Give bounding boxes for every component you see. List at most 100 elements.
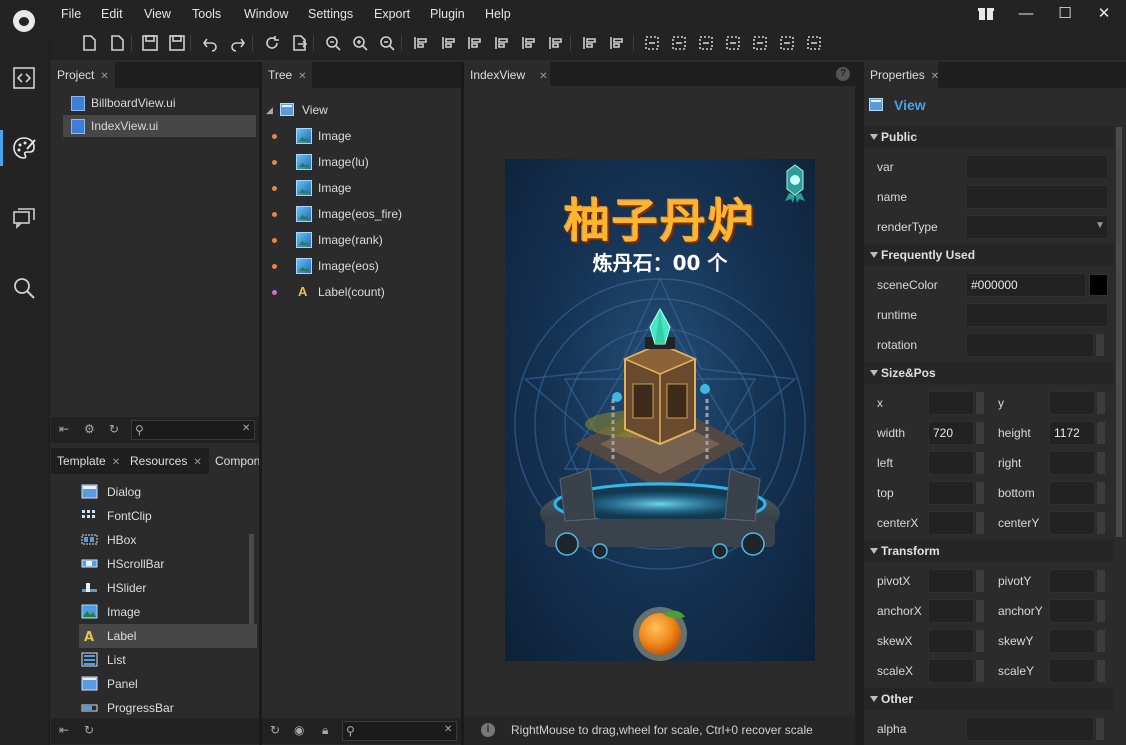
- collapse-icon[interactable]: ⇤: [59, 422, 69, 436]
- tree-node[interactable]: Image(eos_fire): [268, 203, 458, 225]
- prop-input-anchorX[interactable]: [928, 599, 974, 623]
- maximize-button[interactable]: ☐: [1055, 4, 1075, 24]
- menu-window[interactable]: Window: [244, 7, 288, 21]
- help-icon[interactable]: ?: [836, 67, 850, 81]
- refresh-icon[interactable]: ↻: [270, 723, 280, 737]
- value-stepper[interactable]: [1096, 334, 1104, 356]
- zoom-out-icon[interactable]: [324, 34, 342, 52]
- size-icon-1[interactable]: [643, 34, 661, 52]
- value-stepper[interactable]: [976, 512, 984, 534]
- value-stepper[interactable]: [1097, 660, 1105, 682]
- prop-input-anchorY[interactable]: [1049, 599, 1095, 623]
- menu-settings[interactable]: Settings: [308, 7, 353, 21]
- menu-help[interactable]: Help: [485, 7, 511, 21]
- tree-search-input[interactable]: ⚲ ✕: [342, 721, 457, 741]
- gift-icon[interactable]: [976, 4, 996, 24]
- size-icon-6[interactable]: [778, 34, 796, 52]
- prop-input-pivotX[interactable]: [928, 569, 974, 593]
- section-frequent[interactable]: Frequently Used: [864, 244, 1114, 266]
- tab-properties[interactable]: Properties ✕: [864, 62, 939, 88]
- eye-icon[interactable]: ◉: [294, 723, 304, 737]
- menu-plugin[interactable]: Plugin: [430, 7, 465, 21]
- chat-icon[interactable]: [11, 205, 37, 231]
- prop-input-left[interactable]: [928, 451, 974, 475]
- export-icon[interactable]: [290, 34, 308, 52]
- search-icon[interactable]: [11, 275, 37, 301]
- save-all-icon[interactable]: [168, 34, 186, 52]
- component-item[interactable]: HSlider: [79, 576, 257, 600]
- align-middle-icon[interactable]: [520, 34, 538, 52]
- prop-input-height[interactable]: 1172: [1049, 421, 1095, 445]
- prop-input-pivotY[interactable]: [1049, 569, 1095, 593]
- value-stepper[interactable]: [1097, 482, 1105, 504]
- prop-input-var[interactable]: [966, 155, 1108, 179]
- prop-input-right[interactable]: [1049, 451, 1095, 475]
- dropdown-arrow-icon[interactable]: ▼: [1095, 220, 1105, 231]
- align-left-icon[interactable]: [412, 34, 430, 52]
- prop-input-bottom[interactable]: [1049, 481, 1095, 505]
- refresh-icon[interactable]: ↻: [84, 723, 94, 737]
- size-icon-5[interactable]: [751, 34, 769, 52]
- properties-scrollbar[interactable]: [1116, 127, 1122, 537]
- size-icon-2[interactable]: [670, 34, 688, 52]
- lock-icon[interactable]: 🔒︎: [322, 723, 328, 738]
- game-preview[interactable]: 柚子丹炉 炼丹石：00 个: [505, 159, 815, 661]
- tree-root[interactable]: ◢ View: [266, 99, 458, 121]
- align-center-icon[interactable]: [440, 34, 458, 52]
- clear-icon[interactable]: ✕: [444, 724, 452, 735]
- component-item[interactable]: HScrollBar: [79, 552, 257, 576]
- collapse-icon[interactable]: ⇤: [59, 723, 69, 737]
- prop-input-skewY[interactable]: [1049, 629, 1095, 653]
- tree-node[interactable]: Image: [268, 177, 458, 199]
- distribute-v-icon[interactable]: [608, 34, 626, 52]
- value-stepper[interactable]: [976, 630, 984, 652]
- value-stepper[interactable]: [1097, 452, 1105, 474]
- prop-input-rotation[interactable]: [966, 333, 1094, 357]
- align-top-icon[interactable]: [493, 34, 511, 52]
- code-icon[interactable]: [11, 65, 37, 91]
- menu-view[interactable]: View: [144, 7, 171, 21]
- section-size[interactable]: Size&Pos: [864, 362, 1114, 384]
- undo-icon[interactable]: [201, 34, 219, 52]
- new-file-icon[interactable]: [80, 34, 98, 52]
- value-stepper[interactable]: [976, 600, 984, 622]
- tree-node[interactable]: Image(eos): [268, 255, 458, 277]
- minimize-button[interactable]: —: [1016, 4, 1036, 24]
- new-page-icon[interactable]: [108, 34, 126, 52]
- component-item[interactable]: HBox: [79, 528, 257, 552]
- value-stepper[interactable]: [976, 660, 984, 682]
- save-icon[interactable]: [141, 34, 159, 52]
- component-item[interactable]: Panel: [79, 672, 257, 696]
- zoom-reset-icon[interactable]: [378, 34, 396, 52]
- tab-project[interactable]: Project ✕: [51, 62, 115, 88]
- component-item[interactable]: ProgressBar: [79, 696, 257, 720]
- prop-input-x[interactable]: [928, 391, 974, 415]
- refresh-icon[interactable]: [263, 34, 281, 52]
- align-right-icon[interactable]: [466, 34, 484, 52]
- value-stepper[interactable]: [976, 452, 984, 474]
- value-stepper[interactable]: [1097, 600, 1105, 622]
- section-other[interactable]: Other: [864, 688, 1114, 710]
- prop-input-alpha[interactable]: [966, 717, 1094, 741]
- gear-icon[interactable]: ⚙: [84, 422, 95, 436]
- value-stepper[interactable]: [1097, 392, 1105, 414]
- prop-input-scaleX[interactable]: [928, 659, 974, 683]
- tree-node[interactable]: Image(lu): [268, 151, 458, 173]
- size-icon-4[interactable]: [724, 34, 742, 52]
- align-bottom-icon[interactable]: [547, 34, 565, 52]
- prop-input-width[interactable]: 720: [928, 421, 974, 445]
- prop-input-renderType[interactable]: [966, 215, 1108, 239]
- menu-edit[interactable]: Edit: [101, 7, 123, 21]
- prop-input-skewX[interactable]: [928, 629, 974, 653]
- component-item[interactable]: Image: [79, 600, 257, 624]
- value-stepper[interactable]: [1097, 422, 1105, 444]
- redo-icon[interactable]: [229, 34, 247, 52]
- distribute-h-icon[interactable]: [581, 34, 599, 52]
- tab-template[interactable]: Template ✕: [51, 448, 123, 474]
- close-icon[interactable]: ✕: [931, 71, 939, 82]
- tab-indexview[interactable]: IndexView ✕: [464, 62, 550, 88]
- component-item[interactable]: A Label: [79, 624, 257, 648]
- close-icon[interactable]: ✕: [298, 71, 306, 82]
- section-transform[interactable]: Transform: [864, 540, 1114, 562]
- clear-icon[interactable]: ✕: [242, 423, 250, 434]
